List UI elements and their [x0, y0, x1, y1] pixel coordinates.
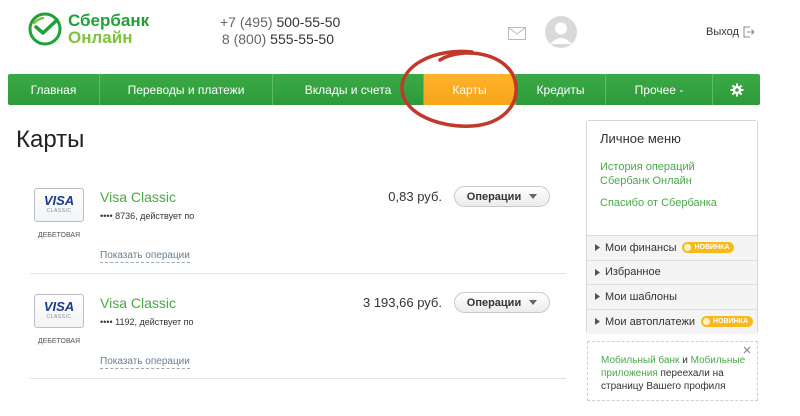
- sidebar-item-autopayments[interactable]: Мои автоплатежи НОВИНКА: [587, 309, 757, 334]
- chevron-right-icon: [595, 268, 600, 276]
- phone-moscow-prefix: +7 (495): [220, 14, 273, 30]
- badge-dot-icon: [703, 318, 711, 326]
- nav-item-deposits-label: Вклады и счета: [304, 82, 392, 97]
- card-name-link[interactable]: Visa Classic: [100, 189, 176, 205]
- phone-tollfree-number: 555-55-50: [270, 31, 334, 47]
- logout-label: Выход: [706, 26, 739, 38]
- nav-item-deposits[interactable]: Вклады и счета: [273, 74, 424, 105]
- card-balance: 0,83 руб.: [388, 189, 442, 204]
- nav-item-other[interactable]: Прочее -: [606, 74, 713, 105]
- main-nav: Главная Переводы и платежи Вклады и счет…: [8, 74, 760, 105]
- nav-item-cards[interactable]: Карты: [424, 74, 516, 105]
- card-divider: [30, 273, 566, 274]
- card-brand-sub: CLASSIC: [46, 208, 72, 214]
- operations-dropdown-button[interactable]: Операции: [454, 292, 550, 313]
- logout-link[interactable]: Выход: [706, 26, 755, 38]
- nav-item-credits-label: Кредиты: [536, 82, 585, 97]
- personal-menu-header: Личное меню История операций Сбербанк Он…: [587, 121, 757, 236]
- new-badge: НОВИНКА: [682, 242, 735, 254]
- gear-icon: [730, 83, 743, 96]
- card-brand: VISA: [43, 299, 75, 314]
- sberbank-logo-icon: [28, 12, 62, 46]
- card-brand: VISA: [43, 193, 75, 208]
- contact-phones: +7 (495) 500-55-50 8 (800) 555-55-50: [220, 14, 340, 48]
- logo-line1: Сбербанк: [68, 11, 150, 30]
- card-brand-sub: CLASSIC: [46, 314, 72, 320]
- badge-label: НОВИНКА: [694, 244, 730, 252]
- phone-moscow-number: 500-55-50: [276, 14, 341, 30]
- notice-and: и: [682, 355, 688, 366]
- chevron-down-icon: [529, 194, 538, 199]
- nav-item-transfers[interactable]: Переводы и платежи: [100, 74, 273, 105]
- logo-text: Сбербанк Онлайн: [68, 12, 149, 46]
- badge-label: НОВИНКА: [713, 318, 749, 326]
- spasibo-link[interactable]: Спасибо от Сбербанка: [600, 196, 745, 210]
- phone-tollfree-prefix: 8 (800): [221, 31, 267, 47]
- logout-icon: [743, 26, 755, 38]
- chevron-right-icon: [595, 293, 600, 301]
- nav-item-credits[interactable]: Кредиты: [516, 74, 606, 105]
- mobile-bank-link[interactable]: Мобильный банк: [601, 355, 679, 366]
- card-balance: 3 193,66 руб.: [362, 295, 442, 310]
- nav-item-home-label: Главная: [30, 82, 77, 97]
- personal-menu: Личное меню История операций Сбербанк Он…: [586, 120, 758, 334]
- visa-card-icon[interactable]: VISA CLASSIC: [34, 188, 84, 222]
- nav-item-transfers-label: Переводы и платежи: [127, 82, 245, 97]
- card-name-link[interactable]: Visa Classic: [100, 295, 176, 311]
- operations-button-label: Операции: [466, 296, 522, 309]
- sberbank-logo[interactable]: Сбербанк Онлайн: [28, 12, 149, 46]
- show-operations-link[interactable]: Показать операции: [100, 250, 190, 263]
- new-badge: НОВИНКА: [701, 316, 754, 328]
- card-row: VISA CLASSIC ДЕБЕТОВАЯ Visa Classic ••••…: [30, 180, 566, 278]
- card-row: VISA CLASSIC ДЕБЕТОВАЯ Visa Classic ••••…: [30, 286, 566, 384]
- phone-tollfree: 8 (800) 555-55-50: [220, 31, 334, 48]
- page-title: Карты: [16, 126, 85, 153]
- card-type-label: ДЕБЕТОВАЯ: [37, 232, 81, 239]
- nav-item-home[interactable]: Главная: [8, 74, 100, 105]
- nav-item-settings[interactable]: [713, 74, 760, 105]
- chevron-right-icon: [595, 244, 600, 252]
- sidebar-item-favorites[interactable]: Избранное: [587, 260, 757, 285]
- visa-card-icon[interactable]: VISA CLASSIC: [34, 294, 84, 328]
- sidebar-item-templates[interactable]: Мои шаблоны: [587, 285, 757, 310]
- card-type-label: ДЕБЕТОВАЯ: [37, 338, 81, 345]
- mail-icon[interactable]: [508, 27, 526, 40]
- phone-moscow: +7 (495) 500-55-50: [220, 14, 340, 31]
- sidebar-item-label: Избранное: [605, 266, 661, 279]
- sidebar-item-label: Мои шаблоны: [605, 290, 677, 303]
- sidebar-item-label: Мои финансы: [605, 241, 677, 254]
- show-operations-link[interactable]: Показать операции: [100, 356, 190, 369]
- close-icon[interactable]: [743, 346, 751, 354]
- mobile-bank-notice: Мобильный банк и Мобильные приложения пе…: [587, 341, 758, 401]
- personal-menu-title: Личное меню: [600, 131, 681, 146]
- chevron-right-icon: [595, 318, 600, 326]
- operations-dropdown-button[interactable]: Операции: [454, 186, 550, 207]
- user-avatar-icon[interactable]: [545, 16, 577, 48]
- nav-item-cards-label: Карты: [452, 82, 487, 97]
- card-number: •••• 8736, действует по: [100, 211, 195, 221]
- chevron-down-icon: [529, 300, 538, 305]
- card-number: •••• 1192, действует по: [100, 317, 194, 327]
- sidebar-item-finances[interactable]: Мои финансы НОВИНКА: [587, 236, 757, 261]
- nav-item-other-label: Прочее -: [634, 82, 684, 97]
- logo-line2: Онлайн: [68, 28, 133, 47]
- operations-button-label: Операции: [466, 190, 522, 203]
- card-divider: [30, 378, 566, 379]
- history-link[interactable]: История операций Сбербанк Онлайн: [600, 160, 745, 188]
- badge-dot-icon: [684, 244, 692, 252]
- sidebar-item-label: Мои автоплатежи: [605, 315, 696, 328]
